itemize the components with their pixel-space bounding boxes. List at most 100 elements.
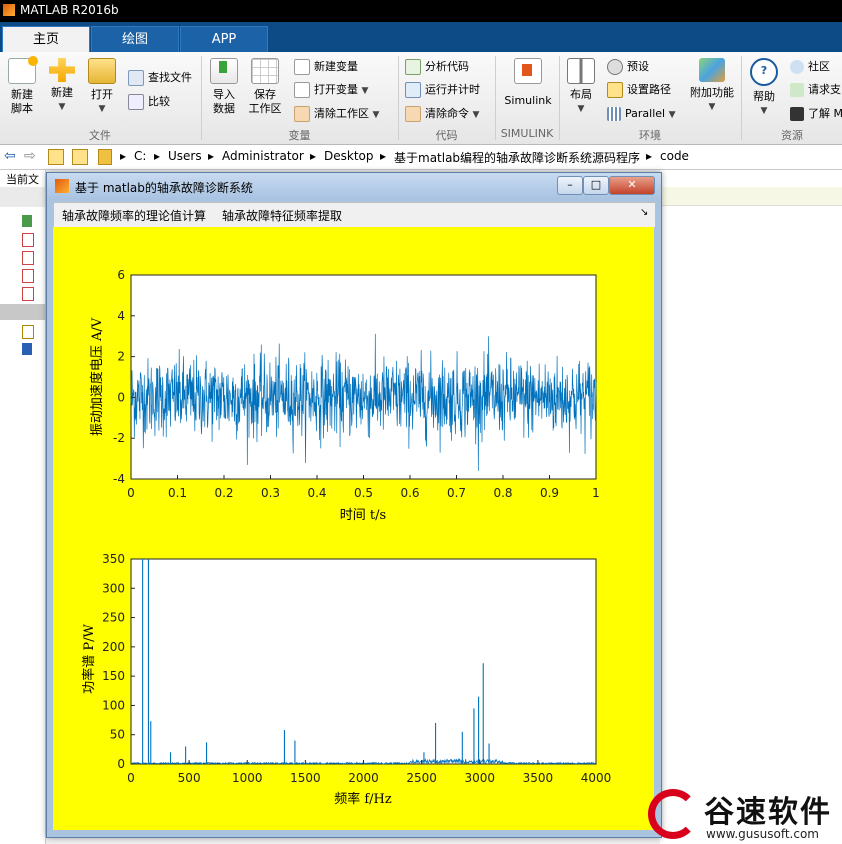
chevron-down-icon: ▼ bbox=[361, 86, 369, 96]
spectrum-axes-box bbox=[130, 558, 597, 765]
layout-button[interactable]: 布局 ▼ bbox=[565, 58, 597, 116]
analyze-code-icon bbox=[405, 59, 421, 75]
power-spectrum-axes[interactable]: 0 500 1000 1500 2000 2500 3000 3500 4000 0 50 100 1… bbox=[81, 552, 611, 807]
spectrum-xtick-label: 1500 bbox=[290, 771, 321, 785]
time-ytick-label: 4 bbox=[117, 309, 125, 323]
addons-button[interactable]: 附加功能 ▼ bbox=[686, 58, 738, 114]
open-variable-button[interactable]: 打开变量 ▼ bbox=[294, 81, 368, 99]
breadcrumb-project-folder[interactable]: 基于matlab编程的轴承故障诊断系统源码程序 bbox=[394, 149, 640, 166]
watermark-url: www.gususoft.com bbox=[706, 827, 819, 841]
set-path-label: 设置路径 bbox=[627, 83, 671, 96]
matlab-logo-icon bbox=[3, 4, 15, 16]
maximize-button[interactable]: □ bbox=[583, 176, 609, 195]
new-button[interactable]: 新建 ▼ bbox=[44, 58, 80, 114]
plus-icon bbox=[49, 58, 75, 82]
new-script-button[interactable]: 新建 脚本 bbox=[4, 56, 40, 116]
folder-icon bbox=[98, 149, 112, 165]
open-variable-label: 打开变量 bbox=[314, 83, 358, 96]
tab-apps[interactable]: APP bbox=[180, 26, 268, 53]
request-support-button[interactable]: 请求支 bbox=[790, 81, 841, 99]
compare-button[interactable]: 比较 bbox=[128, 93, 170, 111]
m-file-icon[interactable] bbox=[22, 233, 34, 247]
word-file-icon[interactable] bbox=[22, 343, 32, 355]
save-workspace-button[interactable]: 保存 工作区 bbox=[246, 58, 284, 116]
m-file-icon[interactable] bbox=[22, 287, 34, 301]
spectrum-xtick-label: 3000 bbox=[464, 771, 495, 785]
analyze-code-button[interactable]: 分析代码 bbox=[405, 58, 469, 76]
community-button[interactable]: 社区 bbox=[790, 58, 830, 76]
parallel-icon bbox=[607, 107, 621, 121]
figure-menubar: 轴承故障频率的理论值计算 轴承故障特征频率提取 ↘ bbox=[53, 202, 656, 228]
layout-icon bbox=[567, 58, 595, 84]
simulink-button[interactable]: Simulink bbox=[502, 58, 554, 108]
set-path-button[interactable]: 设置路径 bbox=[607, 81, 671, 99]
menu-feature-frequency-extraction[interactable]: 轴承故障特征频率提取 bbox=[222, 207, 342, 224]
open-button[interactable]: 打开 ▼ bbox=[84, 58, 120, 116]
spectrum-ytick-label: 250 bbox=[102, 611, 125, 625]
forward-arrow-icon[interactable]: ⇨ bbox=[24, 148, 36, 164]
preferences-button[interactable]: 预设 bbox=[607, 58, 649, 76]
parallel-button[interactable]: Parallel ▼ bbox=[607, 105, 676, 123]
tab-home[interactable]: 主页 bbox=[2, 26, 90, 53]
up-folder-icon[interactable] bbox=[48, 149, 64, 165]
close-button[interactable]: ✕ bbox=[609, 176, 655, 195]
clear-commands-button[interactable]: 清除命令 ▼ bbox=[405, 105, 479, 123]
breadcrumb-drive[interactable]: C: bbox=[134, 149, 146, 163]
addons-label: 附加功能 bbox=[690, 86, 734, 99]
time-xlabel: 时间 t/s bbox=[340, 508, 386, 523]
time-domain-axes[interactable]: 0 0.1 0.2 0.3 0.4 0.5 0.6 0.7 0.8 0.9 1 -4 -2 0 2 4 6 时… bbox=[89, 268, 600, 523]
find-files-button[interactable]: 查找文件 bbox=[128, 69, 192, 87]
spectrum-ytick-label: 300 bbox=[102, 581, 125, 595]
browse-folder-icon[interactable] bbox=[72, 149, 88, 165]
compare-icon bbox=[128, 94, 144, 110]
new-script-icon bbox=[8, 56, 38, 84]
breadcrumb-separator: ▸ bbox=[380, 149, 387, 163]
current-folder-panel: 当前文 bbox=[0, 170, 46, 844]
breadcrumb-users[interactable]: Users bbox=[168, 149, 202, 163]
parallel-label: Parallel bbox=[625, 107, 666, 120]
clear-workspace-button[interactable]: 清除工作区 ▼ bbox=[294, 105, 379, 123]
breadcrumb-desktop[interactable]: Desktop bbox=[324, 149, 374, 163]
spectrum-ylabel: 功率谱 P/W bbox=[81, 624, 97, 694]
chevron-down-icon: ▼ bbox=[708, 102, 716, 112]
selected-file-row[interactable] bbox=[0, 304, 45, 320]
new-variable-button[interactable]: 新建变量 bbox=[294, 58, 358, 76]
import-data-button[interactable]: 导入 数据 bbox=[206, 58, 242, 116]
time-xtick-label: 0.4 bbox=[307, 486, 326, 500]
excel-file-icon[interactable] bbox=[22, 215, 32, 227]
spectrum-xtick-label: 2500 bbox=[406, 771, 437, 785]
matlab-logo-icon bbox=[55, 179, 69, 193]
breadcrumb-code[interactable]: code bbox=[660, 149, 689, 163]
figure-canvas: 0 0.1 0.2 0.3 0.4 0.5 0.6 0.7 0.8 0.9 1 -4 -2 0 2 4 6 时… bbox=[53, 227, 654, 830]
folder-icon bbox=[88, 58, 116, 84]
tab-plots[interactable]: 绘图 bbox=[91, 26, 179, 53]
import-label-1: 导入 bbox=[213, 88, 235, 101]
watermark-brand: 谷速软件 bbox=[704, 795, 832, 830]
minimize-button[interactable]: – bbox=[557, 176, 583, 195]
gear-icon bbox=[607, 59, 623, 75]
help-label: 帮助 bbox=[753, 90, 775, 103]
fig-file-icon[interactable] bbox=[22, 325, 34, 339]
eraser-icon bbox=[405, 106, 421, 122]
find-files-label: 查找文件 bbox=[148, 71, 192, 84]
run-and-time-button[interactable]: 运行并计时 bbox=[405, 81, 480, 99]
time-ytick-label: -4 bbox=[113, 472, 125, 486]
m-file-icon[interactable] bbox=[22, 269, 34, 283]
cubes-icon bbox=[699, 58, 725, 82]
learn-icon bbox=[790, 107, 804, 121]
chevron-down-icon: ▼ bbox=[577, 104, 585, 114]
spectrum-xtick-label: 500 bbox=[178, 771, 201, 785]
breadcrumb-administrator[interactable]: Administrator bbox=[222, 149, 304, 163]
spectrum-xtick-label: 4000 bbox=[581, 771, 612, 785]
time-ytick-label: 2 bbox=[117, 350, 125, 364]
menu-overflow-icon[interactable]: ↘ bbox=[640, 207, 648, 218]
time-xtick-label: 0.1 bbox=[168, 486, 187, 500]
m-file-icon[interactable] bbox=[22, 251, 34, 265]
info-strip bbox=[660, 187, 842, 206]
menu-theoretical-frequency[interactable]: 轴承故障频率的理论值计算 bbox=[62, 207, 206, 224]
learn-matlab-button[interactable]: 了解 M bbox=[790, 105, 842, 123]
group-label-simulink: SIMULINK bbox=[500, 127, 554, 140]
help-button[interactable]: ? 帮助 ▼ bbox=[748, 58, 780, 118]
back-arrow-icon[interactable]: ⇦ bbox=[4, 148, 16, 164]
chevron-down-icon: ▼ bbox=[58, 102, 66, 112]
